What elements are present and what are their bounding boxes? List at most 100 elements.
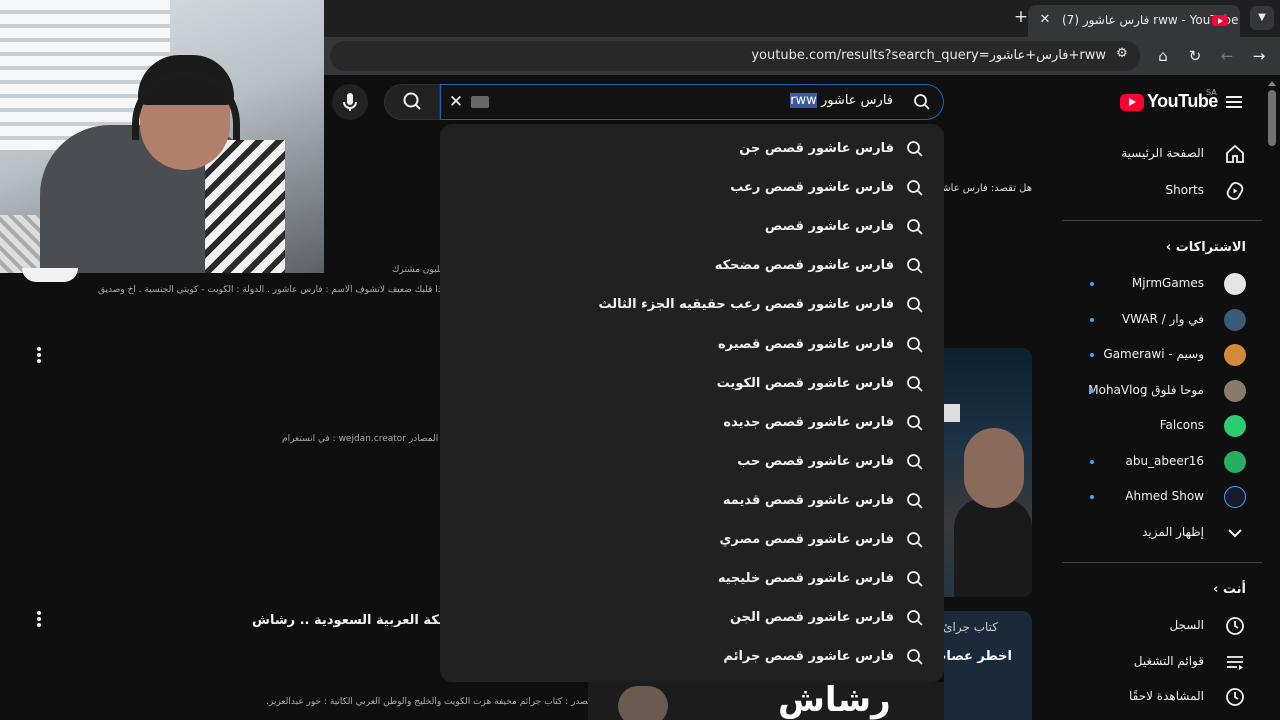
search-input[interactable]: ✕ فارس عاشور rww: [440, 84, 944, 120]
sidebar-item-label: MjrmGames: [1131, 276, 1204, 290]
search-suggestion[interactable]: فارس عاشور قصص حب: [440, 444, 944, 483]
sidebar-item-label: موحا فلوق MohaVlog: [1088, 383, 1204, 397]
sidebar-item-label: إظهار المزيد: [1142, 525, 1204, 539]
channel-avatar: [1224, 486, 1246, 508]
browser-tab[interactable]: ✕ (7) فارس عاشور rww - YouTube: [1028, 5, 1240, 37]
search-suggestion[interactable]: فارس عاشور قصص جرائم: [440, 639, 944, 678]
result-snippet: المصادر wejdan.creator : في انستغرام: [282, 434, 439, 444]
channel-avatar[interactable]: [22, 268, 78, 282]
sidebar-item-home[interactable]: الصفحة الرئيسية: [1062, 136, 1262, 172]
scrollbar-thumb[interactable]: [1268, 90, 1276, 146]
site-settings-icon[interactable]: ⚙: [1112, 46, 1132, 66]
keyboard-icon[interactable]: [471, 96, 489, 108]
more-actions-icon[interactable]: [36, 347, 42, 365]
sidebar-item-subscription[interactable]: في وار / VWAR: [1062, 302, 1262, 338]
back-icon[interactable]: →: [1248, 45, 1270, 67]
sidebar-item-subscription[interactable]: موحا فلوق MohaVlog: [1062, 373, 1262, 409]
search-suggestion-text: فارس عاشور قصص قصيره: [717, 336, 894, 352]
search-suggestion-text: فارس عاشور قصص مصري: [719, 532, 895, 547]
more-actions-icon[interactable]: [36, 611, 42, 629]
channel-subscribers: مليون مشترك: [392, 265, 445, 275]
video-thumbnail[interactable]: رشاش: [588, 682, 944, 720]
search-query: فارس عاشور rww: [790, 93, 893, 108]
scroll-up-icon[interactable]: [1268, 78, 1276, 86]
home-icon[interactable]: ⌂: [1152, 45, 1174, 67]
search-icon: [907, 649, 923, 665]
sidebar-divider: [1062, 562, 1262, 563]
sidebar-item-label: قوائم التشغيل: [1133, 654, 1204, 668]
tab-close-icon[interactable]: ✕: [1036, 11, 1054, 29]
subscriptions-header[interactable]: الاشتراكات ›: [1166, 240, 1246, 255]
sidebar-item-label: السجل: [1169, 618, 1204, 632]
search-suggestion-text: فارس عاشور قصص خليجيه: [717, 571, 894, 587]
sidebar-item-watch-later[interactable]: المشاهدة لاحقًا: [1062, 679, 1262, 715]
reload-icon[interactable]: ↻: [1184, 45, 1206, 67]
search-suggestion[interactable]: فارس عاشور قصص رعب: [440, 170, 944, 209]
search-suggestion-text: فارس عاشور قصص قديمه: [722, 492, 894, 508]
search-suggestion[interactable]: فارس عاشور قصص قصيره: [440, 327, 944, 366]
search-button[interactable]: [384, 84, 440, 120]
you-header-label: أنت: [1222, 582, 1246, 597]
sidebar-item-subscription[interactable]: abu_abeer16: [1062, 444, 1262, 480]
channel-description: ... إذا قلبك ضعيف لاتشوف الاسم : فارس عا…: [98, 285, 456, 295]
search-suggestion-text: فارس عاشور قصص حب: [737, 453, 894, 469]
new-content-dot: [1090, 389, 1094, 393]
thumbnail-face: [964, 428, 1024, 508]
sidebar-item-subscription[interactable]: MjrmGames: [1062, 266, 1262, 302]
video-thumbnail[interactable]: كتاب جرائ اخطر عصاب: [944, 611, 1032, 720]
shorts-icon: [1226, 182, 1244, 200]
search-suggestion[interactable]: فارس عاشور قصص خليجيه: [440, 561, 944, 600]
channel-avatar: [1224, 415, 1246, 437]
sidebar-item-history[interactable]: السجل: [1062, 608, 1262, 644]
thumbnail-face: [618, 686, 668, 720]
search-suggestion[interactable]: فارس عاشور قصص رعب حقيقيه الجزء الثالث: [440, 287, 944, 326]
thumbnail-tag: [944, 404, 960, 422]
search-suggestion-text: فارس عاشور قصص جرائم: [723, 649, 894, 665]
subscriptions-header-label: الاشتراكات: [1175, 240, 1246, 255]
sidebar-item-shorts[interactable]: Shorts: [1062, 173, 1262, 209]
search-suggestion-text: فارس عاشور قصص جن: [739, 141, 894, 156]
sidebar-item-subscription[interactable]: Falcons: [1062, 408, 1262, 444]
sidebar-item-playlists[interactable]: قوائم التشغيل: [1062, 644, 1262, 680]
search-query-text: فارس عاشور: [820, 93, 893, 108]
search-suggestion[interactable]: فارس عاشور قصص الكويت: [440, 366, 944, 405]
clear-search-icon[interactable]: ✕: [445, 91, 467, 113]
youtube-logo[interactable]: YouTube SA: [1120, 88, 1220, 116]
history-icon: [1226, 617, 1244, 635]
show-more-button[interactable]: إظهار المزيد: [1062, 515, 1262, 551]
search-suggestion-text: فارس عاشور قصص الجن: [729, 610, 894, 626]
forward-icon[interactable]: ←: [1216, 45, 1238, 67]
thumbnail-text: رشاش: [778, 682, 891, 720]
tab-search-icon[interactable]: ▼: [1250, 6, 1274, 30]
video-thumbnail[interactable]: [944, 348, 1032, 597]
search-suggestion[interactable]: فارس عاشور قصص جديده: [440, 405, 944, 444]
search-icon: [907, 219, 923, 235]
search-suggestion[interactable]: فارس عاشور قصص قديمه: [440, 483, 944, 522]
voice-search-button[interactable]: [332, 84, 368, 120]
menu-icon[interactable]: [1224, 92, 1244, 112]
webcam-overlay: [0, 0, 324, 273]
search-icon: [914, 94, 930, 110]
sidebar-item-subscription[interactable]: Ahmed Show: [1062, 479, 1262, 515]
chevron-down-icon: [1228, 529, 1242, 538]
search-icon: [403, 92, 421, 110]
search-icon: [907, 453, 923, 470]
search-suggestion-text: فارس عاشور قصص مضحكه: [714, 258, 894, 274]
sidebar-item-label: وسيم - Gamerawi: [1103, 347, 1204, 361]
sidebar-item-label: المشاهدة لاحقًا: [1128, 689, 1204, 703]
search-suggestion[interactable]: فارس عاشور قصص مضحكه: [440, 248, 944, 287]
did-you-mean[interactable]: هل تقصد: فارس عاشور: [932, 183, 1032, 194]
sidebar-item-subscription[interactable]: وسيم - Gamerawi: [1062, 337, 1262, 373]
search-suggestion-text: فارس عاشور قصص الكويت: [716, 375, 894, 391]
you-header[interactable]: أنت ›: [1213, 582, 1246, 597]
sidebar-item-label: Shorts: [1165, 183, 1204, 197]
search-suggestion[interactable]: فارس عاشور قصص: [440, 209, 944, 248]
search-icon: [907, 258, 923, 274]
address-bar[interactable]: youtube.com/results?search_query=فارس+عا…: [330, 41, 1140, 71]
playlist-icon: [1227, 656, 1243, 670]
channel-avatar: [1224, 451, 1246, 473]
search-suggestion[interactable]: فارس عاشور قصص جن: [440, 131, 944, 170]
search-query-selected: rww: [790, 93, 817, 108]
search-suggestion[interactable]: فارس عاشور قصص مصري: [440, 522, 944, 561]
search-suggestion[interactable]: فارس عاشور قصص الجن: [440, 600, 944, 639]
